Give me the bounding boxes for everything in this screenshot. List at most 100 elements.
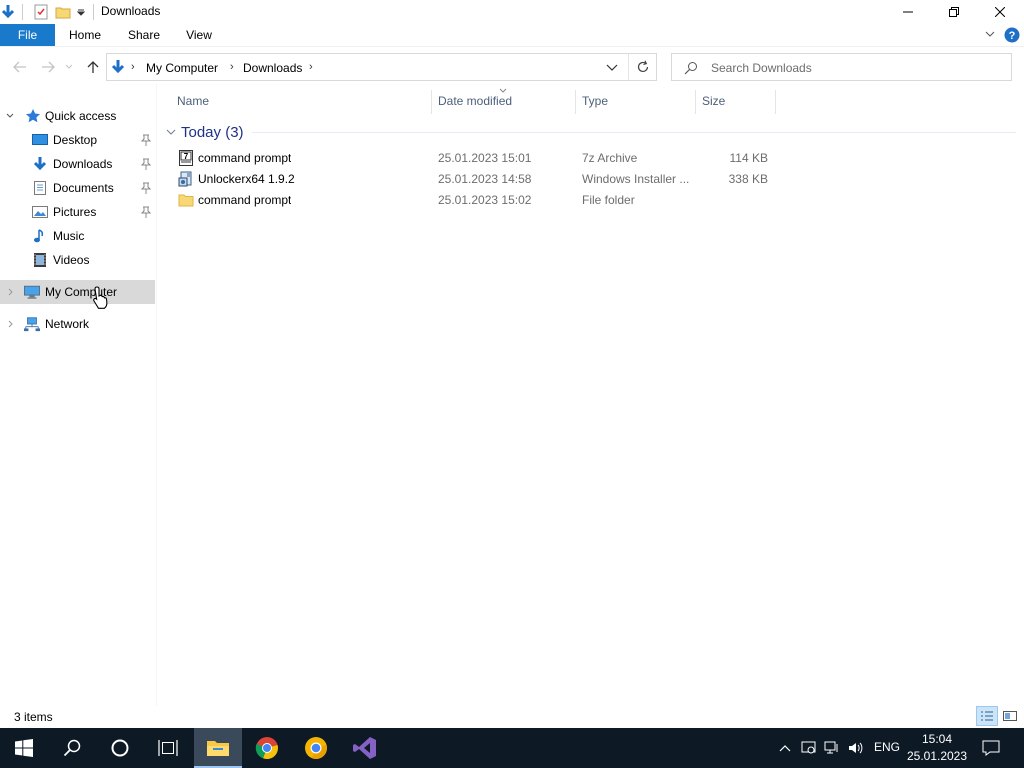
- tab-share[interactable]: Share: [122, 24, 166, 46]
- file-size: 338 KB: [728, 172, 768, 186]
- collapse-group-chevron-icon[interactable]: [166, 129, 176, 136]
- breadcrumb-separator-icon[interactable]: ›: [230, 61, 234, 73]
- column-header-size[interactable]: Size: [702, 94, 725, 108]
- close-button[interactable]: [977, 0, 1023, 24]
- help-icon[interactable]: ?: [1004, 27, 1020, 43]
- minimize-button[interactable]: [885, 0, 931, 24]
- refresh-icon[interactable]: [636, 60, 650, 74]
- status-item-count: 3 items: [14, 710, 53, 724]
- documents-icon: [34, 181, 46, 195]
- show-hidden-icons-chevron-icon[interactable]: [776, 739, 794, 757]
- start-button[interactable]: [0, 728, 48, 768]
- tab-home[interactable]: Home: [63, 24, 107, 46]
- large-icons-view-button[interactable]: [999, 706, 1021, 726]
- search-icon: [684, 61, 698, 75]
- sidebar-item-desktop[interactable]: Desktop: [0, 128, 155, 152]
- recent-locations-chevron-icon[interactable]: [63, 58, 75, 76]
- new-folder-icon[interactable]: [55, 3, 71, 21]
- clock[interactable]: 15:04 25.01.2023: [905, 731, 969, 765]
- sidebar-item-my-computer[interactable]: My Computer: [0, 280, 155, 304]
- title-bar: Downloads: [0, 0, 1024, 24]
- computer-icon: [24, 285, 40, 299]
- windows-logo-icon: [15, 739, 33, 757]
- pin-icon[interactable]: [141, 206, 151, 218]
- pane-divider[interactable]: [156, 84, 157, 706]
- breadcrumb-my-computer[interactable]: My Computer: [146, 61, 218, 75]
- sidebar-item-network[interactable]: Network: [0, 312, 155, 336]
- customize-toolbar-chevron-icon[interactable]: [76, 3, 86, 21]
- file-row[interactable]: command prompt 25.01.2023 15:02 File fol…: [170, 190, 775, 211]
- sidebar-item-quick-access[interactable]: Quick access: [0, 104, 155, 128]
- cortana-button[interactable]: [96, 728, 144, 768]
- installer-icon: [178, 171, 192, 187]
- collapsed-chevron-icon[interactable]: [8, 288, 14, 296]
- back-arrow-icon[interactable]: [11, 58, 29, 76]
- desktop-icon: [32, 134, 48, 145]
- notifications-icon[interactable]: [982, 739, 1000, 757]
- collapsed-chevron-icon[interactable]: [8, 320, 14, 328]
- restore-button[interactable]: [931, 0, 977, 24]
- chrome-icon: [255, 737, 278, 760]
- address-history-chevron-icon[interactable]: [606, 64, 618, 72]
- breadcrumb-separator-icon[interactable]: ›: [309, 61, 313, 73]
- search-taskbar-button[interactable]: [48, 728, 96, 768]
- expanded-chevron-icon[interactable]: [6, 113, 14, 119]
- action-center-app-icon[interactable]: [800, 739, 818, 757]
- tab-view[interactable]: View: [179, 24, 219, 46]
- address-bar[interactable]: › My Computer › Downloads ›: [106, 53, 657, 81]
- pin-icon[interactable]: [141, 182, 151, 194]
- pin-icon[interactable]: [141, 134, 151, 146]
- breadcrumb-separator-icon[interactable]: ›: [131, 61, 135, 73]
- visual-studio-taskbar-button[interactable]: [341, 728, 389, 768]
- clock-time: 15:04: [921, 732, 953, 746]
- column-header-type[interactable]: Type: [582, 94, 608, 108]
- column-header-date-modified[interactable]: Date modified: [438, 94, 512, 108]
- forward-arrow-icon[interactable]: [39, 58, 57, 76]
- navigation-pane: Quick access Desktop Downloads Documents…: [0, 100, 157, 706]
- breadcrumb-downloads[interactable]: Downloads: [243, 61, 302, 75]
- divider: [22, 4, 23, 20]
- quick-access-down-arrow-icon[interactable]: [0, 3, 16, 21]
- ribbon: File Home Share View ?: [0, 24, 1024, 46]
- language-indicator[interactable]: ENG: [874, 740, 900, 754]
- column-divider[interactable]: [695, 90, 696, 114]
- up-arrow-icon[interactable]: [84, 58, 102, 76]
- sidebar-item-label: Desktop: [53, 133, 98, 147]
- hand-cursor-icon: [93, 286, 108, 309]
- expand-ribbon-chevron-icon[interactable]: [984, 28, 996, 40]
- svg-text:7: 7: [184, 152, 189, 161]
- sidebar-item-label: Documents: [53, 181, 114, 195]
- column-divider[interactable]: [575, 90, 576, 114]
- column-header-name[interactable]: Name: [177, 94, 209, 108]
- sidebar-item-documents[interactable]: Documents: [0, 176, 155, 200]
- file-row[interactable]: 7 command prompt 25.01.2023 15:01 7z Arc…: [170, 148, 775, 169]
- navigation-bar: › My Computer › Downloads › Search Downl…: [0, 50, 1024, 84]
- file-row[interactable]: Unlockerx64 1.9.2 25.01.2023 14:58 Windo…: [170, 169, 775, 190]
- file-explorer-taskbar-button[interactable]: [194, 728, 242, 768]
- clock-date: 25.01.2023: [906, 749, 968, 763]
- volume-icon[interactable]: [847, 739, 865, 757]
- column-divider[interactable]: [775, 90, 776, 114]
- sidebar-item-label: Network: [45, 317, 90, 331]
- search-input[interactable]: Search Downloads: [671, 53, 1012, 81]
- browser-taskbar-button[interactable]: [292, 728, 340, 768]
- ribbon-divider: [0, 46, 1024, 47]
- chrome-canary-icon: [305, 737, 327, 760]
- column-divider[interactable]: [431, 90, 432, 114]
- file-name: Unlockerx64 1.9.2: [198, 172, 295, 186]
- sidebar-item-music[interactable]: Music: [0, 224, 155, 248]
- pin-icon[interactable]: [141, 158, 151, 170]
- downloads-icon: [33, 157, 47, 171]
- tab-file[interactable]: File: [0, 24, 55, 46]
- sidebar-item-videos[interactable]: Videos: [0, 248, 155, 272]
- music-icon: [34, 229, 44, 243]
- cortana-icon: [111, 739, 129, 757]
- chrome-taskbar-button[interactable]: [243, 728, 291, 768]
- properties-icon[interactable]: [33, 3, 49, 21]
- divider: [93, 4, 94, 20]
- details-view-button[interactable]: [976, 706, 998, 726]
- sidebar-item-downloads[interactable]: Downloads: [0, 152, 155, 176]
- network-tray-icon[interactable]: [823, 739, 841, 757]
- task-view-button[interactable]: [144, 728, 192, 768]
- sidebar-item-pictures[interactable]: Pictures: [0, 200, 155, 224]
